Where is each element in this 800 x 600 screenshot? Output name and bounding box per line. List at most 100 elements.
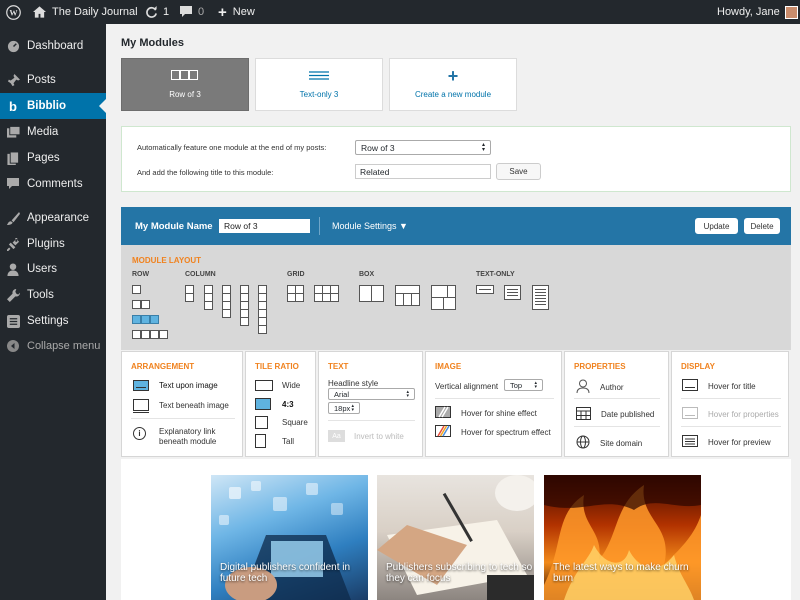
wordpress-logo-icon[interactable]: W	[6, 0, 21, 24]
calendar-icon	[576, 407, 591, 422]
sidebar-item-appearance[interactable]: Appearance	[0, 205, 106, 231]
invert-to-white-toggle[interactable]: Aa Invert to white	[328, 430, 404, 442]
sidebar-item-comments[interactable]: Comments	[0, 171, 106, 197]
property-author[interactable]: Author	[576, 379, 624, 395]
module-title-input[interactable]: Related	[355, 164, 491, 179]
new-content-link[interactable]: + New	[218, 0, 255, 24]
layout-row-2[interactable]	[132, 300, 152, 310]
tile-ratio-tall[interactable]: Tall	[255, 434, 294, 448]
layout-row-3-selected[interactable]	[132, 315, 160, 325]
module-name-label: My Module Name	[135, 221, 213, 232]
hover-properties-icon	[682, 407, 698, 421]
create-module-card[interactable]: + Create a new module	[389, 58, 517, 111]
comments-count: 0	[198, 6, 205, 18]
layout-grid-3x2[interactable]	[314, 285, 341, 303]
module-name-input[interactable]: Row of 3	[219, 219, 310, 233]
hover-spectrum-option[interactable]: Hover for spectrum effect	[435, 425, 551, 439]
layout-row-4[interactable]	[132, 330, 169, 340]
site-home-link[interactable]: The Daily Journal	[33, 0, 138, 24]
layout-grid-2x2[interactable]	[287, 285, 305, 303]
layout-column-5[interactable]	[240, 285, 250, 328]
module-card-row-of-3[interactable]: Row of 3	[121, 58, 249, 111]
tile-ratio-square[interactable]: Square	[255, 416, 308, 429]
display-title: DISPLAY	[681, 362, 715, 371]
panel-divider	[328, 420, 415, 421]
preview-tile[interactable]: Digital publishers confident in future t…	[211, 475, 368, 600]
arrangement-text-beneath-image[interactable]: Text beneath image	[133, 399, 229, 413]
settings-icon	[6, 314, 20, 328]
delete-button[interactable]: Delete	[744, 218, 780, 234]
sidebar-item-dashboard[interactable]: Dashboard	[0, 33, 106, 59]
row-layout-icon	[171, 70, 199, 82]
panel-divider	[681, 398, 781, 399]
refresh-icon	[145, 5, 158, 19]
headline-font-select[interactable]: Arial ▴ ▾	[328, 388, 415, 400]
layout-box-3[interactable]	[431, 285, 458, 312]
comment-icon	[180, 6, 192, 18]
four-three-ratio-icon	[255, 398, 271, 410]
sidebar-item-media[interactable]: Media	[0, 119, 106, 145]
display-hover-properties[interactable]: Hover for properties	[682, 407, 779, 421]
layout-text-only-1[interactable]	[476, 285, 495, 295]
panel-divider	[681, 426, 781, 427]
sidebar-item-posts[interactable]: Posts	[0, 67, 106, 93]
updates-link[interactable]: 1	[145, 0, 169, 24]
wide-ratio-icon	[255, 380, 273, 391]
admin-bar: W The Daily Journal 1 0 + New Howdy, Jan…	[0, 0, 800, 24]
sidebar-item-pages[interactable]: Pages	[0, 145, 106, 171]
panel-divider	[435, 398, 554, 399]
auto-feature-label: Automatically feature one module at the …	[137, 143, 327, 152]
comments-link[interactable]: 0	[180, 0, 204, 24]
sidebar-item-settings[interactable]: Settings	[0, 308, 106, 334]
plus-icon: +	[447, 66, 459, 86]
arrangement-text-upon-image[interactable]: Text upon image	[133, 380, 218, 391]
select-arrows-icon: ▴ ▾	[406, 389, 409, 399]
account-menu[interactable]: Howdy, Jane	[717, 0, 798, 24]
module-card-text-only-3[interactable]: Text-only 3	[255, 58, 383, 111]
layout-column-2[interactable]	[185, 285, 195, 303]
display-panel: DISPLAY Hover for title Hover for proper…	[671, 351, 789, 457]
sidebar-item-users[interactable]: Users	[0, 256, 106, 282]
vertical-alignment-select[interactable]: Top ▴ ▾	[504, 379, 543, 391]
hover-shine-option[interactable]: Hover for shine effect	[435, 406, 537, 420]
preview-tile[interactable]: Publishers subscribing to tech so they c…	[377, 475, 534, 600]
panel-divider	[574, 426, 660, 427]
sidebar-item-plugins[interactable]: Plugins	[0, 231, 106, 257]
layout-text-only-3[interactable]	[532, 285, 550, 311]
hover-title-icon	[682, 379, 698, 393]
auto-feature-select[interactable]: Row of 3 ▴ ▾	[355, 140, 491, 155]
layout-column-3[interactable]	[204, 285, 214, 312]
collapse-menu-button[interactable]: Collapse menu	[0, 333, 106, 359]
property-site-domain[interactable]: Site domain	[576, 435, 642, 451]
display-hover-preview[interactable]: Hover for preview	[682, 435, 771, 449]
tile-ratio-panel: TILE RATIO Wide 4:3 Square Tall	[245, 351, 316, 457]
explanatory-link-option[interactable]: i Explanatory link beneath module	[133, 427, 229, 447]
layout-box-1[interactable]	[359, 285, 386, 303]
sidebar-item-tools[interactable]: Tools	[0, 282, 106, 308]
text-upon-image-icon	[133, 380, 149, 391]
avatar	[784, 5, 798, 19]
layout-row-1[interactable]	[132, 285, 142, 295]
media-icon	[6, 125, 20, 139]
layout-box-2[interactable]	[395, 285, 422, 307]
update-button[interactable]: Update	[695, 218, 738, 234]
module-settings-toggle[interactable]: Module Settings ▼	[332, 221, 408, 231]
property-date-published[interactable]: Date published	[576, 407, 654, 422]
headline-size-select[interactable]: 18px ▴ ▾	[328, 402, 360, 414]
auto-feature-panel: Automatically feature one module at the …	[121, 126, 791, 192]
layout-column-4[interactable]	[222, 285, 232, 320]
site-title: The Daily Journal	[52, 6, 138, 18]
layout-column-6[interactable]	[258, 285, 268, 336]
tall-ratio-icon	[255, 434, 266, 448]
panel-divider	[131, 418, 235, 419]
plus-icon: +	[218, 3, 227, 21]
sidebar-item-bibblio[interactable]: b Bibblio	[0, 93, 106, 119]
square-ratio-icon	[255, 416, 268, 429]
tile-ratio-4-3-selected[interactable]: 4:3	[255, 398, 294, 410]
tile-ratio-wide[interactable]: Wide	[255, 380, 300, 391]
save-button[interactable]: Save	[496, 163, 541, 180]
display-hover-title[interactable]: Hover for title	[682, 379, 756, 393]
image-panel: IMAGE Vertical alignment Top ▴ ▾ Hover fo…	[425, 351, 562, 457]
preview-tile[interactable]: The latest ways to make churn burn	[544, 475, 701, 600]
layout-text-only-2[interactable]	[504, 285, 522, 301]
